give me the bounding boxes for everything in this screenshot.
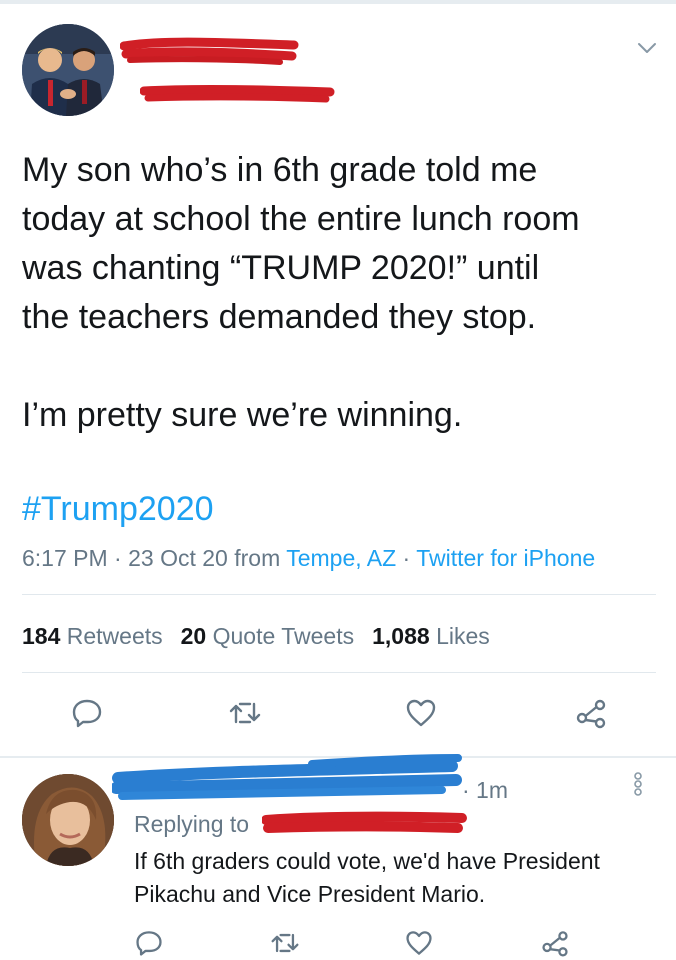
- retweets-count: 184: [22, 623, 61, 649]
- tweet-text: My son who’s in 6th grade told me today …: [22, 151, 580, 434]
- reply-text: If 6th graders could vote, we'd have Pre…: [134, 848, 600, 907]
- heart-icon: [406, 931, 432, 955]
- reply-icon: [136, 931, 162, 956]
- share-icon: [542, 931, 568, 957]
- replying-to: Replying to: [134, 808, 249, 840]
- redacted-reply-author: [112, 754, 462, 800]
- retweets-stat[interactable]: 184 Retweets: [22, 623, 163, 649]
- redacted-handle: [140, 84, 335, 103]
- redacted-display-name: [120, 37, 299, 65]
- share-icon: [576, 699, 606, 729]
- heart-icon: [406, 699, 436, 727]
- likes-label: Likes: [436, 623, 490, 649]
- divider: [22, 594, 656, 595]
- quote-tweets-label: Quote Tweets: [212, 623, 355, 649]
- retweets-label: Retweets: [66, 623, 163, 649]
- client-link[interactable]: Twitter for iPhone: [416, 545, 595, 571]
- reply-reply-button[interactable]: [134, 928, 164, 958]
- reply-like-button[interactable]: [404, 928, 434, 958]
- tweet-meta: 6:17 PM · 23 Oct 20 from Tempe, AZ · Twi…: [22, 542, 595, 574]
- tweet-time: 6:17 PM: [22, 545, 108, 571]
- tweet-date: 23 Oct 20: [128, 545, 228, 571]
- tweet-stats: 184 Retweets 20 Quote Tweets 1,088 Likes: [22, 620, 490, 652]
- reply-share-button[interactable]: [540, 928, 570, 958]
- chevron-down-icon[interactable]: [636, 40, 658, 56]
- likes-count: 1,088: [372, 623, 430, 649]
- redacted-reply-mention: [262, 811, 467, 833]
- like-button[interactable]: [404, 696, 438, 730]
- hashtag-link[interactable]: #Trump2020: [22, 487, 214, 531]
- divider: [22, 672, 656, 673]
- reply-author-avatar[interactable]: [22, 774, 114, 866]
- author-avatar[interactable]: [22, 24, 114, 116]
- retweet-icon: [271, 933, 299, 953]
- from-label: from: [234, 545, 281, 571]
- quote-tweets-stat[interactable]: 20 Quote Tweets: [181, 623, 354, 649]
- reply-retweet-button[interactable]: [270, 928, 300, 958]
- replying-to-label: Replying to: [134, 811, 250, 837]
- quote-tweets-count: 20: [180, 623, 207, 649]
- meta-separator: ·: [402, 545, 411, 571]
- likes-stat[interactable]: 1,088 Likes: [372, 623, 490, 649]
- share-button[interactable]: [574, 696, 608, 730]
- location-link[interactable]: Tempe, AZ: [286, 545, 396, 571]
- reply-button[interactable]: [70, 696, 104, 730]
- top-border: [0, 0, 676, 4]
- reply-icon: [72, 699, 102, 728]
- reply-timestamp: · 1m: [462, 777, 508, 803]
- retweet-button[interactable]: [228, 696, 262, 730]
- retweet-icon: [229, 702, 261, 724]
- meta-separator: ·: [114, 545, 122, 571]
- more-vertical-icon[interactable]: [632, 768, 644, 800]
